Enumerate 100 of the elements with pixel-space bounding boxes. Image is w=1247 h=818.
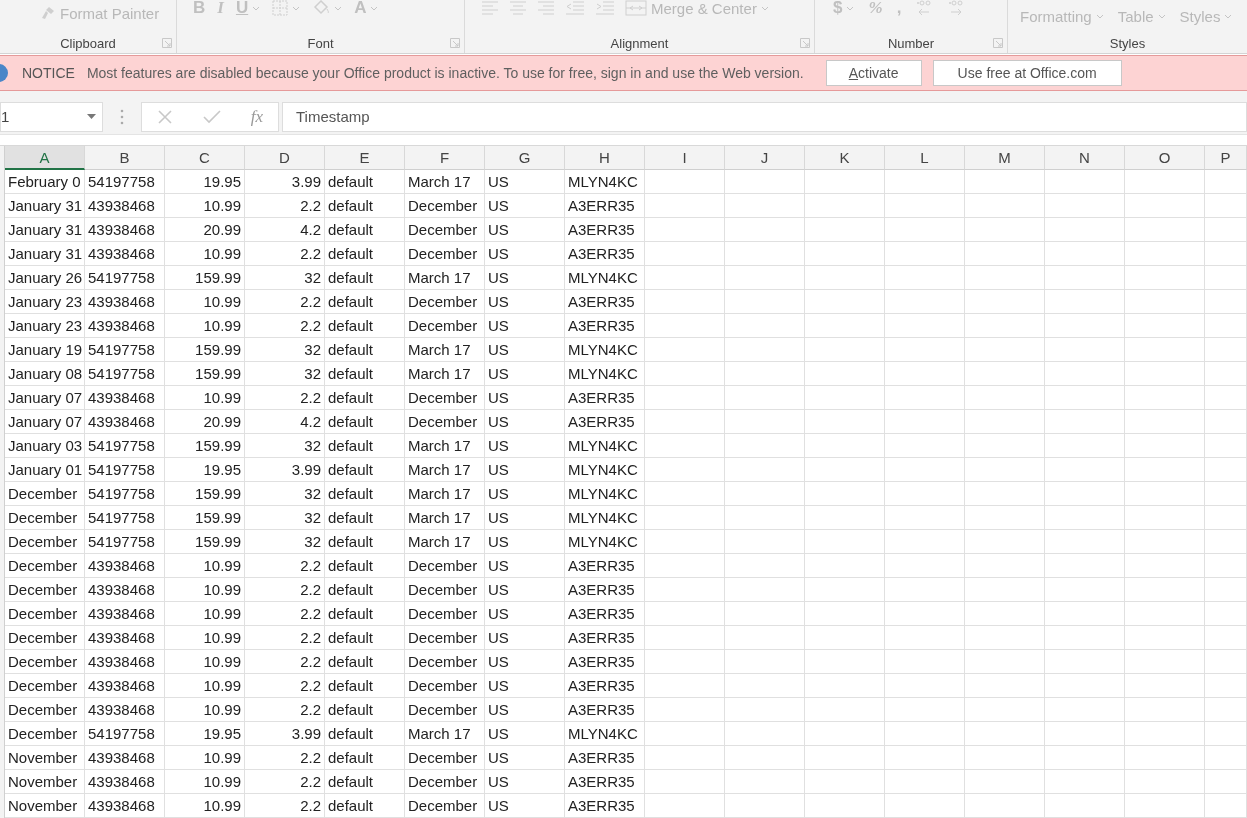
table-cell: December — [405, 794, 485, 818]
column-header[interactable]: A — [5, 146, 85, 170]
caret-icon[interactable] — [334, 5, 343, 11]
table-cell: 43938468 — [85, 410, 165, 434]
check-icon[interactable] — [202, 109, 221, 124]
empty-cell — [1205, 170, 1247, 194]
table-cell: default — [325, 434, 405, 458]
table-cell: US — [485, 506, 565, 530]
caret-icon[interactable] — [1157, 13, 1166, 19]
table-cell: March 17 — [405, 530, 485, 554]
column-header[interactable]: K — [805, 146, 885, 170]
indent-button[interactable] — [595, 0, 615, 16]
empty-cell — [1205, 194, 1247, 218]
table-cell: 32 — [245, 506, 325, 530]
column-header[interactable]: E — [325, 146, 405, 170]
table-cell: US — [485, 698, 565, 722]
empty-cell — [1205, 386, 1247, 410]
table-cell: default — [325, 386, 405, 410]
table-cell: 32 — [245, 482, 325, 506]
table-cell: 2.2 — [245, 194, 325, 218]
table-cell: 159.99 — [165, 338, 245, 362]
caret-icon[interactable] — [252, 5, 261, 11]
table-cell: 43938468 — [85, 218, 165, 242]
table-cell: US — [485, 170, 565, 194]
caret-icon[interactable] — [760, 5, 769, 11]
table-cell: 10.99 — [165, 698, 245, 722]
drag-handle-icon[interactable] — [120, 108, 124, 125]
empty-cell — [1205, 362, 1247, 386]
table-cell: February 0 — [5, 170, 85, 194]
fill-button[interactable] — [312, 0, 343, 16]
empty-cell — [1205, 314, 1247, 338]
table-cell: MLYN4KC — [565, 506, 645, 530]
borders-button[interactable] — [272, 0, 301, 16]
column-header[interactable]: D — [245, 146, 325, 170]
table-cell: December — [405, 698, 485, 722]
caret-icon[interactable] — [370, 5, 379, 11]
column-header[interactable]: G — [485, 146, 565, 170]
caret-icon[interactable] — [292, 5, 301, 11]
dialog-launcher-icon[interactable] — [800, 38, 810, 48]
name-box[interactable]: 1 — [0, 101, 103, 132]
table-cell: January 31 — [5, 218, 85, 242]
table-cell: January 01 — [5, 458, 85, 482]
table-cell: March 17 — [405, 170, 485, 194]
dialog-launcher-icon[interactable] — [993, 38, 1003, 48]
table-cell: 54197758 — [85, 458, 165, 482]
table-cell: 43938468 — [85, 794, 165, 818]
table-cell: 3.99 — [245, 170, 325, 194]
empty-cell — [1205, 242, 1247, 266]
column-header[interactable]: I — [645, 146, 725, 170]
table-cell: default — [325, 338, 405, 362]
column-header[interactable]: O — [1125, 146, 1205, 170]
table-cell: 10.99 — [165, 770, 245, 794]
office-com-button[interactable]: Use free at Office.com — [932, 60, 1122, 86]
table-cell: 54197758 — [85, 506, 165, 530]
table-cell: 159.99 — [165, 530, 245, 554]
table-cell: December — [405, 242, 485, 266]
caret-icon[interactable] — [846, 5, 855, 11]
more-decimal-button[interactable] — [915, 0, 934, 16]
column-header[interactable]: C — [165, 146, 245, 170]
caret-icon[interactable] — [1095, 13, 1104, 19]
empty-cell — [1205, 722, 1247, 746]
activate-button[interactable]: Activate — [825, 60, 922, 86]
table-cell: default — [325, 578, 405, 602]
table-cell: January 26 — [5, 266, 85, 290]
formula-field[interactable]: Timestamp — [282, 101, 1247, 132]
table-cell: default — [325, 770, 405, 794]
dialog-launcher-icon[interactable] — [450, 38, 460, 48]
empty-cell — [1205, 410, 1247, 434]
caret-icon[interactable] — [1224, 13, 1233, 19]
dialog-launcher-icon[interactable] — [162, 38, 172, 48]
table-cell: November — [5, 746, 85, 770]
cancel-icon[interactable] — [156, 108, 173, 125]
table-cell: A3ERR35 — [565, 794, 645, 818]
table-cell: 10.99 — [165, 290, 245, 314]
outdent-button[interactable] — [565, 0, 585, 16]
column-header[interactable]: M — [965, 146, 1045, 170]
table-cell: 54197758 — [85, 362, 165, 386]
table-cell: 54197758 — [85, 530, 165, 554]
column-header[interactable]: N — [1045, 146, 1125, 170]
empty-cell — [1205, 794, 1247, 818]
ribbon-group-label: Alignment — [610, 36, 669, 51]
less-decimal-button[interactable] — [947, 0, 966, 16]
table-cell: default — [325, 746, 405, 770]
table-cell: default — [325, 194, 405, 218]
column-header[interactable]: L — [885, 146, 965, 170]
table-cell: 2.2 — [245, 770, 325, 794]
table-cell: default — [325, 482, 405, 506]
table-cell: 2.2 — [245, 602, 325, 626]
table-cell: 54197758 — [85, 338, 165, 362]
column-header[interactable]: B — [85, 146, 165, 170]
column-header[interactable]: P — [1205, 146, 1247, 170]
column-header[interactable]: J — [725, 146, 805, 170]
table-cell: US — [485, 362, 565, 386]
table-cell: A3ERR35 — [565, 410, 645, 434]
empty-cell — [1205, 650, 1247, 674]
table-cell: December — [5, 698, 85, 722]
column-header[interactable]: F — [405, 146, 485, 170]
column-header[interactable]: H — [565, 146, 645, 170]
table-cell: 10.99 — [165, 746, 245, 770]
table-cell: US — [485, 722, 565, 746]
